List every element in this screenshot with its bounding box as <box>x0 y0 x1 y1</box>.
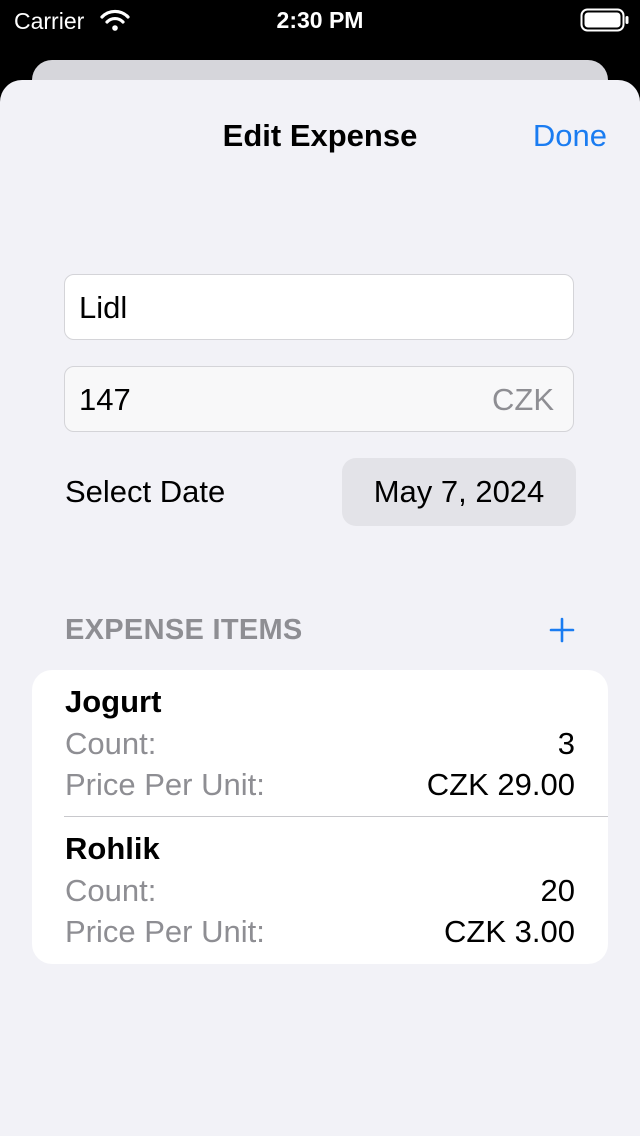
date-picker-value: May 7, 2024 <box>373 474 545 509</box>
date-label: Select Date <box>65 474 226 509</box>
battery-icon <box>580 8 629 32</box>
count-value: 3 <box>557 726 575 761</box>
status-bar: Carrier 2:30 PM <box>0 0 640 42</box>
edit-expense-sheet <box>0 80 640 1136</box>
item-name: Rohlik <box>65 831 160 866</box>
price-value: CZK 3.00 <box>444 914 575 949</box>
count-label: Count: <box>65 726 157 761</box>
list-item[interactable]: Jogurt Count: 3 Price Per Unit: CZK 29.0… <box>32 670 608 817</box>
plus-icon[interactable] <box>545 613 579 647</box>
count-value: 20 <box>540 873 575 908</box>
count-label: Count: <box>65 873 157 908</box>
currency-suffix: CZK <box>492 382 554 417</box>
done-button[interactable]: Done <box>533 117 607 155</box>
price-label: Price Per Unit: <box>65 767 265 802</box>
price-value: CZK 29.00 <box>426 767 575 802</box>
expense-name-field[interactable]: Lidl <box>64 274 574 340</box>
status-time: 2:30 PM <box>276 7 364 33</box>
section-header-expense-items: EXPENSE ITEMS <box>65 614 303 646</box>
date-picker-button[interactable]: May 7, 2024 <box>342 458 576 526</box>
price-label: Price Per Unit: <box>65 914 265 949</box>
expense-items-list: Jogurt Count: 3 Price Per Unit: CZK 29.0… <box>32 670 608 964</box>
expense-name-value: Lidl <box>79 290 128 325</box>
list-item[interactable]: Rohlik Count: 20 Price Per Unit: CZK 3.0… <box>32 817 608 964</box>
expense-amount-value: 147 <box>79 382 131 417</box>
expense-amount-field[interactable]: 147 CZK <box>64 366 574 432</box>
item-name: Jogurt <box>65 684 162 719</box>
